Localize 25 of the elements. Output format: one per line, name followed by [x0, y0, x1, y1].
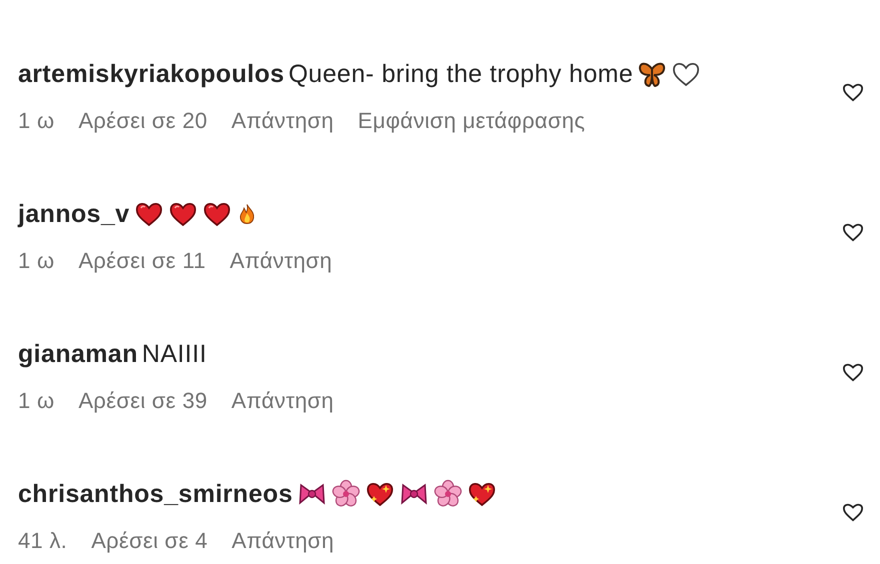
blossom-icon	[330, 479, 361, 509]
likes-count[interactable]: Αρέσει σε 39	[78, 388, 208, 414]
comment-time: 1 ω	[18, 108, 54, 134]
username[interactable]: artemiskyriakopoulos	[18, 60, 284, 88]
reply-link[interactable]: Απάντηση	[231, 388, 334, 414]
reply-link[interactable]: Απάντηση	[230, 248, 332, 274]
like-button[interactable]	[842, 502, 864, 522]
likes-count[interactable]: Αρέσει σε 11	[78, 248, 206, 274]
likes-count[interactable]: Αρέσει σε 4	[91, 528, 208, 554]
reply-link[interactable]: Απάντηση	[232, 528, 334, 554]
comment-time: 1 ω	[18, 248, 54, 274]
reply-link[interactable]: Απάντηση	[231, 108, 334, 134]
comment-time: 41 λ.	[18, 528, 68, 554]
username[interactable]: chrisanthos_smirneos	[18, 480, 293, 508]
like-button[interactable]	[842, 362, 864, 382]
translation-link[interactable]: Εμφάνιση μετάφρασης	[358, 108, 586, 134]
like-button[interactable]	[842, 222, 864, 242]
username[interactable]: jannos_v	[18, 200, 130, 228]
likes-count[interactable]: Αρέσει σε 20	[78, 108, 208, 134]
comment-text: NAIIII	[142, 340, 207, 368]
username[interactable]: gianaman	[18, 340, 138, 368]
blossom-icon	[432, 479, 463, 509]
comment-text: Queen- bring the trophy home	[288, 60, 634, 88]
comment-time: 1 ω	[18, 388, 54, 414]
like-button[interactable]	[842, 82, 864, 102]
